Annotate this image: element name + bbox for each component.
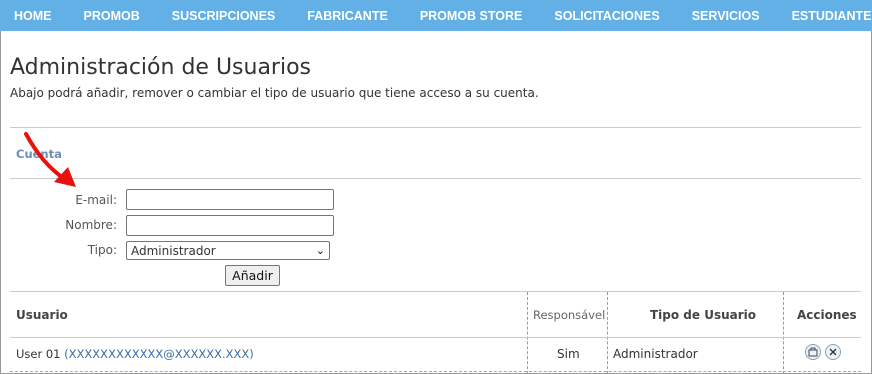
nav-promob-store[interactable]: PROMOB STORE <box>420 9 523 23</box>
column-divider <box>607 292 608 374</box>
nav-promob[interactable]: PROMOB <box>84 9 140 23</box>
type-select-value: Administrador <box>131 243 216 258</box>
divider <box>10 178 861 179</box>
row-user-open-paren: ( <box>60 347 69 361</box>
edit-user-icon[interactable] <box>805 344 821 360</box>
email-field[interactable] <box>126 189 334 210</box>
divider <box>10 337 861 338</box>
nav-estudiante[interactable]: ESTUDIANTE <box>792 9 872 23</box>
divider <box>10 291 861 292</box>
row-responsible: Sim <box>557 347 580 361</box>
nav-fabricante[interactable]: FABRICANTE <box>307 9 388 23</box>
row-user-close-paren: ) <box>249 347 254 361</box>
page-title: Administración de Usuarios <box>10 55 312 80</box>
column-divider <box>527 292 528 374</box>
type-label: Tipo: <box>87 243 117 257</box>
row-divider <box>10 371 861 372</box>
column-divider <box>783 292 784 374</box>
name-field[interactable] <box>126 215 334 236</box>
row-user-email[interactable]: XXXXXXXXXXXX@XXXXXX.XXX <box>69 347 250 361</box>
name-label: Nombre: <box>65 218 117 232</box>
nav-solicitaciones[interactable]: SOLICITACIONES <box>554 9 659 23</box>
divider <box>10 127 861 128</box>
chevron-down-icon: ⌄ <box>315 244 325 257</box>
nav-servicios[interactable]: SERVICIOS <box>692 9 760 23</box>
column-header-responsible: Responsável <box>533 308 606 322</box>
add-button[interactable]: Añadir <box>225 265 280 286</box>
top-nav: HOME PROMOB SUSCRIPCIONES FABRICANTE PRO… <box>0 0 872 31</box>
email-label: E-mail: <box>75 193 117 207</box>
nav-home[interactable]: HOME <box>14 9 52 23</box>
nav-suscripciones[interactable]: SUSCRIPCIONES <box>172 9 276 23</box>
annotation-arrow-icon <box>24 132 76 187</box>
remove-user-icon[interactable] <box>825 344 841 360</box>
column-header-user-type: Tipo de Usuario <box>650 308 757 322</box>
page-subtitle: Abajo podrá añadir, remover o cambiar el… <box>10 86 539 100</box>
column-header-user: Usuario <box>16 308 68 322</box>
row-user-type: Administrador <box>613 347 698 361</box>
row-user-name: User 01 <box>16 347 61 361</box>
row-user-cell: User 01 (XXXXXXXXXXXX@XXXXXX.XXX) <box>16 347 254 361</box>
column-header-actions: Acciones <box>797 308 857 322</box>
type-select[interactable]: Administrador ⌄ <box>126 241 330 260</box>
